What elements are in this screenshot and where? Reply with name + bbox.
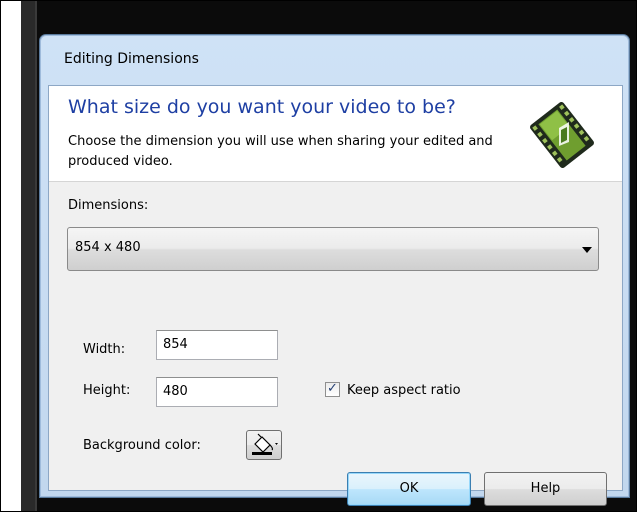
ok-button[interactable]: OK	[347, 472, 471, 506]
chevron-down-icon	[582, 247, 592, 253]
height-input[interactable]: 480	[156, 377, 278, 407]
screenshot-frame: Editing Dimensions What size do you want…	[0, 0, 637, 512]
dialog-title: Editing Dimensions	[64, 51, 199, 67]
height-label: Height:	[83, 383, 131, 398]
dialog-header-panel: What size do you want your video to be? …	[49, 86, 622, 182]
dimensions-dropdown[interactable]: 854 x 480	[67, 227, 599, 271]
help-button[interactable]: Help	[484, 472, 607, 506]
keep-aspect-ratio-label[interactable]: Keep aspect ratio	[347, 383, 461, 398]
paint-bucket-icon	[252, 433, 278, 455]
background-color-button[interactable]	[246, 430, 282, 460]
dialog-client-area: What size do you want your video to be? …	[48, 85, 623, 506]
dialog-description: Choose the dimension you will use when s…	[68, 134, 493, 169]
dialog-titlebar[interactable]: Editing Dimensions	[40, 35, 629, 85]
background-color-label: Background color:	[83, 438, 201, 453]
dimensions-label: Dimensions:	[68, 198, 149, 213]
app-left-panel-edge	[21, 1, 37, 511]
dialog-heading: What size do you want your video to be?	[68, 96, 456, 118]
keep-aspect-ratio-checkbox[interactable]: ✓	[325, 381, 340, 397]
editing-dimensions-dialog: Editing Dimensions What size do you want…	[39, 34, 630, 506]
dimensions-selected-value: 854 x 480	[75, 240, 141, 255]
video-filmstrip-icon	[530, 102, 594, 168]
width-input[interactable]: 854	[156, 330, 278, 360]
width-label: Width:	[83, 342, 126, 357]
checkmark-icon: ✓	[327, 381, 338, 396]
